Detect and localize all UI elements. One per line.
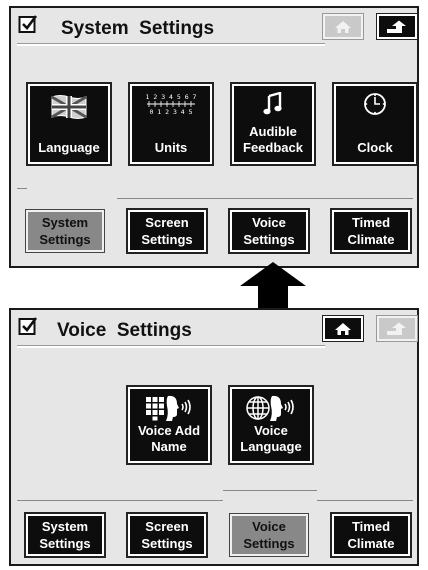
language-tile[interactable]: Language (26, 82, 112, 166)
system-settings-screen: System Settings Language 0 (9, 6, 419, 268)
page-title: System Settings (61, 18, 215, 39)
audible-feedback-tile[interactable]: Audible Feedback (230, 82, 316, 166)
header: Voice Settings (11, 310, 418, 350)
back-arrow-icon (387, 20, 406, 33)
tile-label: Voice Language (240, 423, 302, 454)
tile-label: Units (154, 140, 188, 155)
keypad-voice-icon (146, 395, 191, 421)
tabbar-divider (17, 500, 223, 501)
tab-timed-climate[interactable]: Timed Climate (330, 512, 412, 558)
tabbar-divider (17, 188, 27, 189)
scale-bottom-text: 0 1 2 3 4 5 (149, 108, 192, 116)
tabbar-divider (117, 198, 413, 199)
header-divider (17, 346, 325, 348)
home-button[interactable] (322, 13, 364, 40)
tab-system-settings[interactable]: System Settings (25, 209, 105, 253)
checkbox-icon (18, 317, 38, 335)
tab-screen-settings[interactable]: Screen Settings (126, 512, 208, 558)
arrow-up-icon (240, 262, 306, 308)
ruler-scale-icon: 0 1 2 3 4 5 6 7 8 0 1 2 3 4 5 (145, 93, 197, 116)
header: System Settings (11, 8, 418, 48)
tab-voice-settings[interactable]: Voice Settings (229, 513, 309, 557)
units-tile[interactable]: 0 1 2 3 4 5 6 7 8 0 1 2 3 4 5 Units (128, 82, 214, 166)
back-button[interactable] (376, 13, 418, 40)
voice-settings-screen: Voice Settings Voice Add Name Voice Lang… (9, 308, 419, 566)
tab-timed-climate[interactable]: Timed Climate (330, 208, 412, 254)
home-button[interactable] (322, 315, 364, 342)
voice-add-name-tile[interactable]: Voice Add Name (126, 385, 212, 465)
tile-label: Language (38, 140, 100, 155)
back-button[interactable] (376, 315, 418, 342)
tile-label: Audible Feedback (243, 124, 303, 155)
header-divider (17, 44, 325, 46)
home-icon (335, 322, 351, 335)
back-arrow-icon (387, 322, 406, 335)
clock-icon (364, 93, 386, 115)
music-note-icon (263, 92, 282, 115)
clock-tile[interactable]: Clock (332, 82, 418, 166)
voice-language-tile[interactable]: Voice Language (228, 385, 314, 465)
home-icon (335, 20, 351, 33)
flag-icon (51, 95, 87, 119)
tab-system-settings[interactable]: System Settings (24, 512, 106, 558)
checkbox-icon (18, 15, 38, 33)
globe-voice-icon (246, 395, 294, 421)
tabbar-divider (223, 490, 317, 491)
tab-screen-settings[interactable]: Screen Settings (126, 208, 208, 254)
tab-voice-settings[interactable]: Voice Settings (228, 208, 310, 254)
tile-label: Clock (357, 140, 393, 155)
scale-top-text: 0 1 2 3 4 5 6 7 8 (145, 93, 197, 101)
tile-label: Voice Add Name (137, 423, 201, 454)
page-title: Voice Settings (57, 320, 192, 341)
tabbar-divider (317, 500, 413, 501)
